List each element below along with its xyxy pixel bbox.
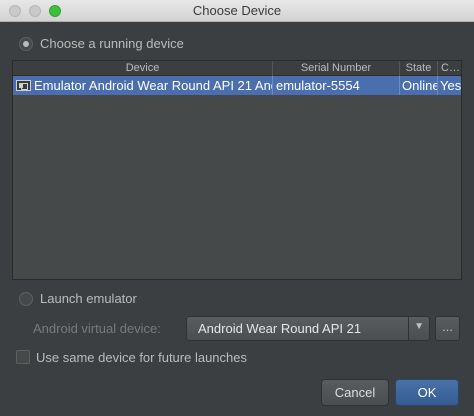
window-titlebar: Choose Device xyxy=(0,0,474,22)
serial-cell: emulator-5554 xyxy=(273,76,400,95)
compatible-cell: Yes xyxy=(440,78,462,93)
same-device-label[interactable]: Use same device for future launches xyxy=(36,350,247,365)
avd-label: Android virtual device: xyxy=(33,321,161,336)
dropdown-divider xyxy=(408,317,409,340)
device-cell: Emulator Android Wear Round API 21 Andro… xyxy=(13,76,273,95)
column-header-serial[interactable]: Serial Number xyxy=(273,61,400,76)
state-cell: Online xyxy=(402,76,438,95)
device-icon xyxy=(16,80,31,91)
browse-avd-button[interactable]: ... xyxy=(435,316,460,341)
choose-running-device-radio[interactable] xyxy=(19,37,33,51)
chevron-down-icon[interactable]: ▼ xyxy=(414,321,424,332)
ok-button[interactable]: OK xyxy=(395,379,459,406)
avd-dropdown-value: Android Wear Round API 21 xyxy=(198,321,362,336)
device-name: Emulator Android Wear Round API 21 Andro… xyxy=(34,78,272,93)
choose-running-device-label[interactable]: Choose a running device xyxy=(40,36,184,51)
column-header-device[interactable]: Device xyxy=(13,61,273,76)
avd-dropdown[interactable]: Android Wear Round API 21 ▼ xyxy=(186,316,430,341)
window-title: Choose Device xyxy=(192,3,282,18)
launch-emulator-label[interactable]: Launch emulator xyxy=(40,291,137,306)
column-header-state[interactable]: State xyxy=(400,61,438,76)
table-header: Device Serial Number State C… xyxy=(13,61,461,76)
same-device-checkbox[interactable] xyxy=(16,350,30,364)
launch-emulator-radio[interactable] xyxy=(19,292,33,306)
device-table[interactable]: Device Serial Number State C… Emulator A… xyxy=(12,60,462,280)
column-header-compatible[interactable]: C… xyxy=(438,61,461,76)
cancel-button[interactable]: Cancel xyxy=(321,379,389,406)
table-row[interactable]: Emulator Android Wear Round API 21 Andro… xyxy=(13,76,461,95)
